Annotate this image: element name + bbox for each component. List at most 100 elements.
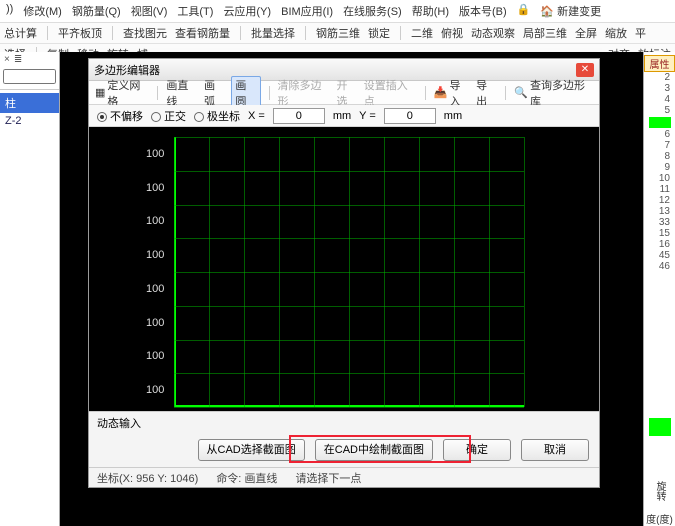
draw-line-button[interactable]: 画直线 — [166, 77, 198, 109]
status-coord: 坐标(X: 956 Y: 1046) — [97, 470, 198, 486]
left-tab[interactable]: ≣ — [14, 54, 22, 65]
from-cad-button[interactable]: 从CAD选择截面图 — [198, 439, 305, 461]
ok-button[interactable]: 确定 — [443, 439, 511, 461]
x-label: X = — [248, 110, 265, 122]
x-tick-label: 100 — [497, 410, 515, 411]
menu-item[interactable]: )) — [6, 3, 13, 19]
row-num: 2 — [644, 72, 675, 83]
dynamic-input-row: 动态输入 — [89, 411, 599, 433]
menu-item[interactable]: 云应用(Y) — [223, 3, 271, 19]
dialog-buttons: 从CAD选择截面图 在CAD中绘制截面图 确定 取消 — [89, 433, 599, 467]
row-num: 11 — [644, 184, 675, 195]
row-num: 46 — [644, 261, 675, 272]
menu-item[interactable]: 🔒 — [517, 3, 531, 19]
row-num: 45 — [644, 250, 675, 261]
tb-batch[interactable]: 批量选择 — [251, 25, 295, 41]
row-num: 12 — [644, 195, 675, 206]
row-num: 5 — [644, 105, 675, 116]
y-unit: mm — [444, 110, 462, 122]
row-num: 10 — [644, 173, 675, 184]
row-num: 15 — [644, 228, 675, 239]
draw-arc-button[interactable]: 画弧 — [204, 77, 225, 109]
dialog-statusbar: 坐标(X: 956 Y: 1046) 命令: 画直线 请选择下一点 — [89, 467, 599, 487]
status-hint: 请选择下一点 — [295, 470, 361, 486]
menu-item[interactable]: 版本号(B) — [459, 3, 507, 19]
tb-total-calc[interactable]: 总计算 — [4, 25, 37, 41]
ring-button[interactable]: 开选 — [337, 77, 358, 109]
x-tick-label: 100 — [462, 410, 480, 411]
status-cmd-value: 画直线 — [244, 473, 277, 485]
x-tick-label: 100 — [357, 410, 375, 411]
import-button[interactable]: 📥 导入 — [434, 77, 470, 109]
x-tick-label: 100 — [322, 410, 340, 411]
green-block — [649, 418, 671, 436]
x-tick-label: 100 — [182, 410, 200, 411]
y-tick-label: 100 — [146, 249, 164, 261]
layer-item[interactable]: 柱 — [0, 93, 59, 113]
menu-item[interactable]: 在线服务(S) — [343, 3, 402, 19]
tb-top[interactable]: 俯视 — [441, 25, 463, 41]
tb-full[interactable]: 全屏 — [575, 25, 597, 41]
in-cad-button[interactable]: 在CAD中绘制截面图 — [315, 439, 433, 461]
define-grid-button[interactable]: ▦ 定义网格 — [95, 77, 149, 109]
layer-item[interactable]: Z-2 — [0, 113, 59, 129]
grid: 1001001001001001001001001001001001001001… — [174, 137, 524, 407]
y-input[interactable] — [384, 108, 436, 124]
menu-item[interactable]: BIM应用(I) — [281, 3, 333, 19]
tb-zoom[interactable]: 缩放 — [605, 25, 627, 41]
row-num: 13 — [644, 206, 675, 217]
tb-find[interactable]: 查找图元 — [123, 25, 167, 41]
row-num: 7 — [644, 140, 675, 151]
x-tick-label: 100 — [252, 410, 270, 411]
polygon-editor-dialog: 多边形编辑器 ✕ ▦ 定义网格 画直线 画弧 画圆 清除多边形 开选 设置插入点… — [88, 58, 600, 488]
dynamic-input-label: 动态输入 — [97, 415, 141, 431]
menu-item[interactable]: 修改(M) — [23, 3, 62, 19]
library-button[interactable]: 🔍 查询多边形库 — [514, 77, 593, 109]
x-tick-label: 100 — [287, 410, 305, 411]
tb-2d[interactable]: 二维 — [411, 25, 433, 41]
app-menubar: )) 修改(M) 钢筋量(Q) 视图(V) 工具(T) 云应用(Y) BIM应用… — [0, 0, 675, 23]
right-rail: 属性 2 3 4 5 6 7 8 9 10 11 12 13 33 15 16 … — [643, 52, 675, 526]
main-toolbar-1: 总计算 平齐板顶 查找图元 查看钢筋量 批量选择 钢筋三维 锁定 二维 俯视 动… — [0, 23, 675, 44]
dialog-canvas[interactable]: 1001001001001001001001001001001001001001… — [89, 127, 599, 411]
ortho-radio[interactable]: 正交 — [151, 108, 186, 124]
menu-item[interactable]: 钢筋量(Q) — [72, 3, 121, 19]
y-tick-label: 100 — [146, 283, 164, 295]
side-deg-label: 度(度) — [646, 511, 673, 526]
row-num: 33 — [644, 217, 675, 228]
row-num: 3 — [644, 83, 675, 94]
search-input[interactable] — [3, 69, 56, 84]
set-insert-button[interactable]: 设置插入点 — [364, 77, 417, 109]
tb-local3d[interactable]: 局部三维 — [523, 25, 567, 41]
polar-radio[interactable]: 极坐标 — [194, 108, 240, 124]
tb-more[interactable]: 平 — [635, 25, 646, 41]
menu-item[interactable]: 🏠 新建变更 — [540, 3, 601, 19]
row-num: 9 — [644, 162, 675, 173]
no-offset-radio[interactable]: 不偏移 — [97, 108, 143, 124]
side-rot-label: 旋转 — [652, 481, 667, 501]
cancel-button[interactable]: 取消 — [521, 439, 589, 461]
menu-item[interactable]: 视图(V) — [131, 3, 168, 19]
row-num: 8 — [644, 151, 675, 162]
tb-orbit[interactable]: 动态观察 — [471, 25, 515, 41]
y-label: Y = — [359, 110, 376, 122]
y-tick-label: 100 — [146, 384, 164, 396]
tb-lock[interactable]: 锁定 — [368, 25, 390, 41]
close-icon[interactable]: ✕ — [576, 63, 594, 77]
clear-poly-button[interactable]: 清除多边形 — [278, 77, 331, 109]
tb-rebar3d[interactable]: 钢筋三维 — [316, 25, 360, 41]
tb-level-slab[interactable]: 平齐板顶 — [58, 25, 102, 41]
x-unit: mm — [333, 110, 351, 122]
dialog-toolbar: ▦ 定义网格 画直线 画弧 画圆 清除多边形 开选 设置插入点 📥 导入 导出 … — [89, 81, 599, 105]
x-tick-label: 100 — [392, 410, 410, 411]
row-num: 16 — [644, 239, 675, 250]
menu-item[interactable]: 工具(T) — [177, 3, 213, 19]
tb-view-rebar[interactable]: 查看钢筋量 — [175, 25, 230, 41]
export-button[interactable]: 导出 — [476, 77, 497, 109]
menu-item[interactable]: 帮助(H) — [412, 3, 449, 19]
y-tick-label: 100 — [146, 317, 164, 329]
y-tick-label: 100 — [146, 148, 164, 160]
x-input[interactable] — [273, 108, 325, 124]
row-num: 6 — [644, 129, 675, 140]
left-tab[interactable]: × — [4, 54, 10, 65]
